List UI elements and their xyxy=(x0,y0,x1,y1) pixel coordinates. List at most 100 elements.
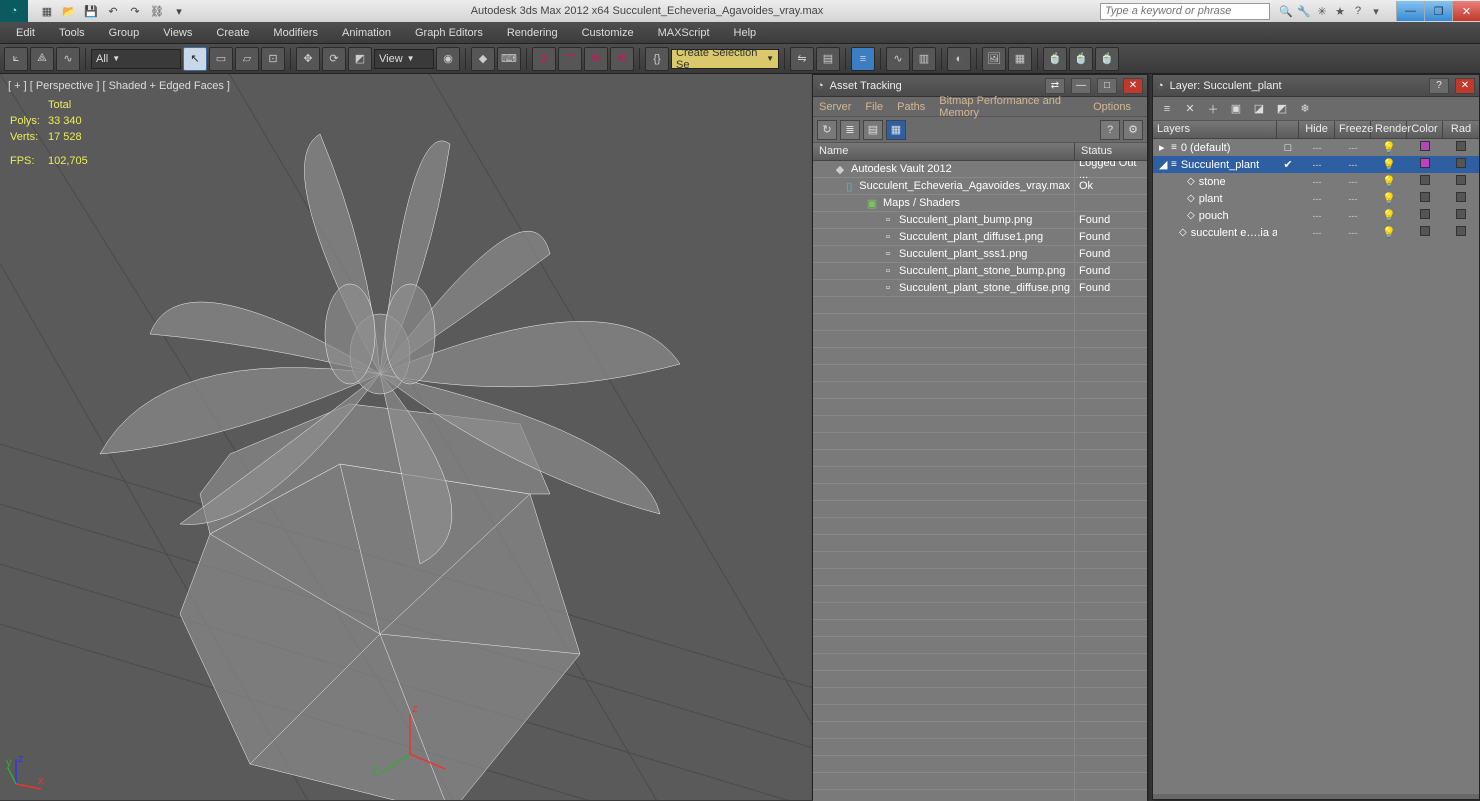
save-icon[interactable]: 💾 xyxy=(82,2,100,20)
layer-row[interactable]: ◇ stone --- --- 💡 xyxy=(1153,173,1479,190)
radiosity-swatch[interactable] xyxy=(1456,226,1466,236)
minimize-button[interactable]: — xyxy=(1396,1,1424,21)
hide-toggle[interactable]: --- xyxy=(1313,194,1322,204)
layer-row[interactable]: ◇ pouch --- --- 💡 xyxy=(1153,207,1479,224)
perspective-viewport[interactable]: [ + ] [ Perspective ] [ Shaded + Edged F… xyxy=(0,74,812,800)
spinner-snap-icon[interactable]: ⟲ xyxy=(610,47,634,71)
layers-toolbar-icon[interactable]: ≡ xyxy=(851,47,875,71)
radiosity-swatch[interactable] xyxy=(1456,209,1466,219)
move-icon[interactable]: ✥ xyxy=(296,47,320,71)
exchange-icon[interactable]: ✳ xyxy=(1314,3,1330,19)
window-cross-icon[interactable]: ⊡ xyxy=(261,47,285,71)
asset-menu-server[interactable]: Server xyxy=(819,101,851,113)
asset-row[interactable]: ▯Succulent_Echeveria_Agavoides_vray.maxO… xyxy=(813,178,1147,195)
radiosity-swatch[interactable] xyxy=(1456,141,1466,151)
current-check[interactable]: □ xyxy=(1277,142,1299,154)
asset-row[interactable]: ▣Maps / Shaders xyxy=(813,195,1147,212)
viewport-label[interactable]: [ + ] [ Perspective ] [ Shaded + Edged F… xyxy=(8,80,230,92)
selection-filter-combo[interactable]: All▼ xyxy=(91,49,181,69)
freeze-icon[interactable]: ❄ xyxy=(1295,99,1315,119)
hide-toggle[interactable]: --- xyxy=(1313,211,1322,221)
snap-toggle-icon[interactable]: 3 xyxy=(532,47,556,71)
select-name-icon[interactable]: ▭ xyxy=(209,47,233,71)
layer-row[interactable]: ◢ ≡ Succulent_plant ✔ --- --- 💡 xyxy=(1153,156,1479,173)
grid-view-icon[interactable]: ▦ xyxy=(886,120,906,140)
col-freeze[interactable]: Freeze xyxy=(1335,121,1371,138)
col-rad[interactable]: Rad xyxy=(1443,121,1479,138)
minimize-panel-icon[interactable]: — xyxy=(1071,78,1091,94)
delete-layer-icon[interactable]: ✕ xyxy=(1180,99,1200,119)
col-color[interactable]: Color xyxy=(1407,121,1443,138)
hide-toggle[interactable]: --- xyxy=(1313,160,1322,170)
percent-snap-icon[interactable]: % xyxy=(584,47,608,71)
list-icon[interactable]: ≣ xyxy=(840,120,860,140)
asset-menu-file[interactable]: File xyxy=(865,101,883,113)
key-icon[interactable]: 🔧 xyxy=(1296,3,1312,19)
menu-grapheditors[interactable]: Graph Editors xyxy=(405,25,493,41)
dropdown-icon[interactable]: ▾ xyxy=(1368,3,1384,19)
align-icon[interactable]: ▤ xyxy=(816,47,840,71)
angle-snap-icon[interactable]: ⌒ xyxy=(558,47,582,71)
binocular-icon[interactable]: 🔍 xyxy=(1278,3,1294,19)
hide-unhide-icon[interactable]: ◩ xyxy=(1272,99,1292,119)
link-icon[interactable]: ⛓ xyxy=(148,2,166,20)
star-icon[interactable]: ★ xyxy=(1332,3,1348,19)
color-swatch[interactable] xyxy=(1420,141,1430,151)
link-tool-icon[interactable]: ⟀ xyxy=(4,47,28,71)
hide-toggle[interactable]: --- xyxy=(1313,228,1322,238)
ref-coord-combo[interactable]: View▼ xyxy=(374,49,434,69)
menu-animation[interactable]: Animation xyxy=(332,25,401,41)
new-layer-icon[interactable]: ≡ xyxy=(1157,99,1177,119)
radiosity-swatch[interactable] xyxy=(1456,158,1466,168)
menu-tools[interactable]: Tools xyxy=(49,25,95,41)
close-panel-icon[interactable]: ✕ xyxy=(1123,78,1143,94)
add-to-layer-icon[interactable]: ＋ xyxy=(1203,99,1223,119)
layer-rows[interactable]: ▸ ≡ 0 (default) □ --- --- 💡 ◢ ≡ Succulen… xyxy=(1153,139,1479,794)
color-swatch[interactable] xyxy=(1420,175,1430,185)
asset-row[interactable]: ▫Succulent_plant_diffuse1.pngFound xyxy=(813,229,1147,246)
col-hide[interactable]: Hide xyxy=(1299,121,1335,138)
refresh-icon[interactable]: ↻ xyxy=(817,120,837,140)
render-setup-icon[interactable]: 🖼 xyxy=(982,47,1006,71)
keyboard-shortcut-icon[interactable]: ⌨ xyxy=(497,47,521,71)
col-current[interactable] xyxy=(1277,121,1299,138)
menu-views[interactable]: Views xyxy=(153,25,202,41)
more-icon[interactable]: ▾ xyxy=(170,2,188,20)
layer-row[interactable]: ▸ ≡ 0 (default) □ --- --- 💡 xyxy=(1153,139,1479,156)
layer-titlebar[interactable]: ◔ Layer: Succulent_plant ? ✕ xyxy=(1153,75,1479,97)
help-search-input[interactable] xyxy=(1100,3,1270,20)
render-toggle[interactable]: 💡 xyxy=(1382,210,1396,222)
named-sel-set-combo[interactable]: Create Selection Se▼ xyxy=(671,49,779,69)
menu-modifiers[interactable]: Modifiers xyxy=(263,25,328,41)
asset-row[interactable]: ▫Succulent_plant_bump.pngFound xyxy=(813,212,1147,229)
col-render[interactable]: Render xyxy=(1371,121,1407,138)
material-editor-icon[interactable]: ◐ xyxy=(947,47,971,71)
close-button[interactable]: ✕ xyxy=(1452,1,1480,21)
hide-toggle[interactable]: --- xyxy=(1313,143,1322,153)
mirror-icon[interactable]: ⇋ xyxy=(790,47,814,71)
current-check[interactable]: ✔ xyxy=(1277,158,1299,171)
render-toggle[interactable]: 💡 xyxy=(1382,176,1396,188)
color-swatch[interactable] xyxy=(1420,192,1430,202)
col-layers[interactable]: Layers xyxy=(1153,121,1277,138)
pivot-icon[interactable]: ◉ xyxy=(436,47,460,71)
bind-space-icon[interactable]: ∿ xyxy=(56,47,80,71)
tree-icon[interactable]: ▤ xyxy=(863,120,883,140)
close-panel-icon[interactable]: ✕ xyxy=(1455,78,1475,94)
radiosity-swatch[interactable] xyxy=(1456,175,1466,185)
rendered-frame-icon[interactable]: ▦ xyxy=(1008,47,1032,71)
asset-menu-paths[interactable]: Paths xyxy=(897,101,925,113)
render-toggle[interactable]: 💡 xyxy=(1382,159,1396,171)
schematic-view-icon[interactable]: ▥ xyxy=(912,47,936,71)
select-manipulate-icon[interactable]: ◆ xyxy=(471,47,495,71)
redo-icon[interactable]: ↷ xyxy=(126,2,144,20)
app-icon[interactable]: ◔ xyxy=(0,0,28,22)
menu-group[interactable]: Group xyxy=(99,25,150,41)
nsel-set-edit-icon[interactable]: {} xyxy=(645,47,669,71)
asset-row[interactable]: ◆Autodesk Vault 2012Logged Out ... xyxy=(813,161,1147,178)
scale-icon[interactable]: ◩ xyxy=(348,47,372,71)
asset-menu-bitmap[interactable]: Bitmap Performance and Memory xyxy=(939,95,1079,119)
new-icon[interactable]: ▦ xyxy=(38,2,56,20)
asset-rows[interactable]: ◆Autodesk Vault 2012Logged Out ...▯Succu… xyxy=(813,161,1147,801)
render-toggle[interactable]: 💡 xyxy=(1382,142,1396,154)
